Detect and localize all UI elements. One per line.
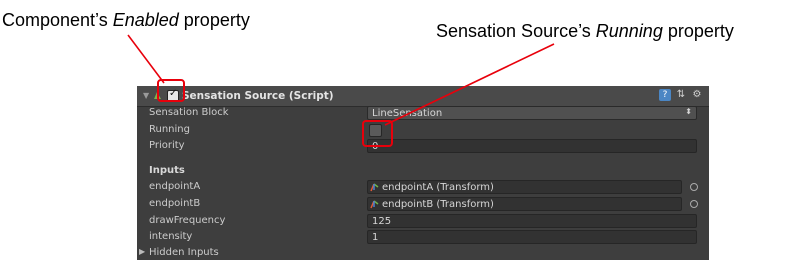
annotation-overlay <box>127 34 555 147</box>
enabled-callout-line <box>127 34 165 84</box>
running-callout-line <box>384 43 555 126</box>
running-highlight-box <box>362 120 393 147</box>
enabled-highlight-box <box>157 79 185 102</box>
